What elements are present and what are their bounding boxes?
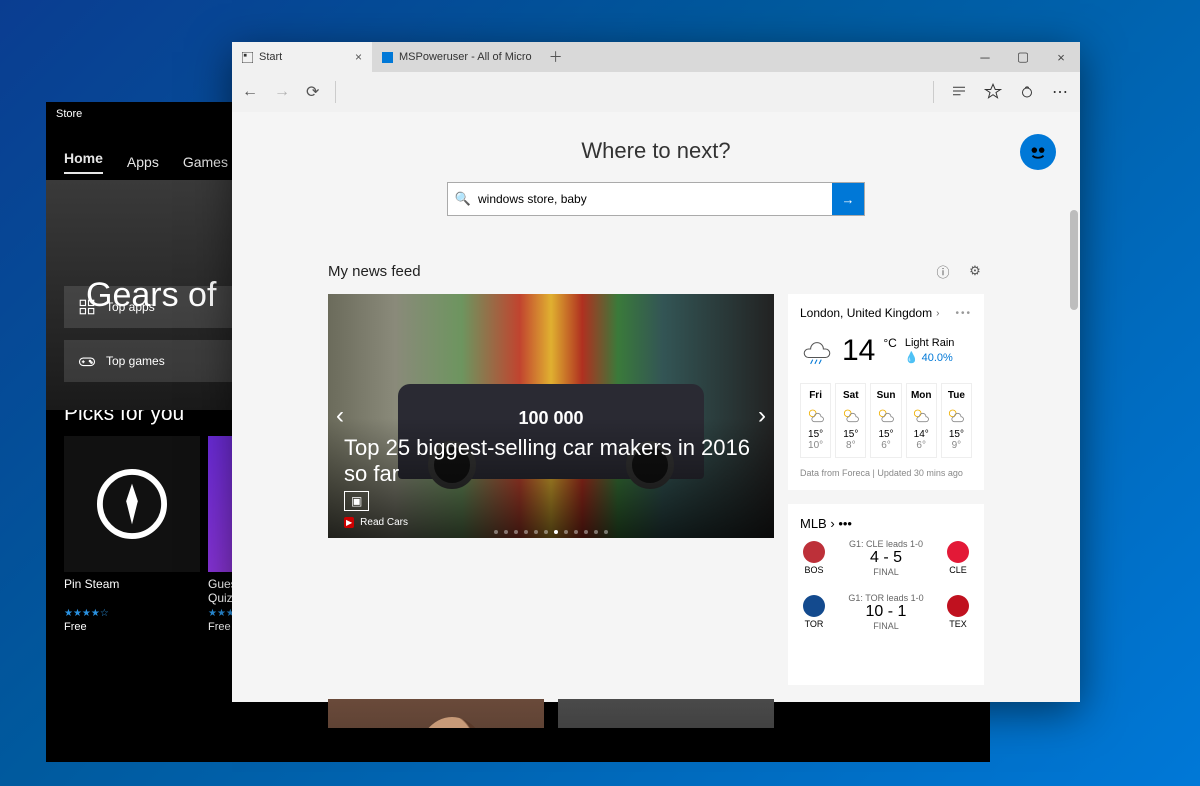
game-row[interactable]: TOR G1: TOR leads 1-010 - 1FINAL TEX <box>800 585 972 639</box>
forecast-day[interactable]: Mon 14°6° <box>906 383 937 458</box>
partly-cloudy-icon <box>841 405 861 425</box>
search-box[interactable]: 🔍 → <box>447 182 865 216</box>
forward-button[interactable]: → <box>274 83 290 101</box>
forecast-day[interactable]: Tue 15°9° <box>941 383 972 458</box>
tab-mspoweruser[interactable]: MSPoweruser - All of Micro <box>372 42 542 72</box>
minimize-button[interactable]: ─ <box>966 42 1004 72</box>
favorites-button[interactable] <box>984 82 1002 103</box>
partly-cloudy-icon <box>946 405 966 425</box>
hub-button[interactable] <box>1018 82 1036 103</box>
hero-title: Top 25 biggest-selling car makers in 201… <box>344 435 758 487</box>
forecast-day[interactable]: Sun 15°6° <box>870 383 901 458</box>
weather-unit: °C <box>883 336 896 350</box>
hero-source: Read Cars <box>360 517 408 528</box>
search-input[interactable] <box>478 183 832 215</box>
carousel-prev[interactable]: ‹ <box>336 402 344 430</box>
forecast-day[interactable]: Fri 15°10° <box>800 383 831 458</box>
camera-icon: ▣ <box>344 491 369 511</box>
game-row[interactable]: BOS G1: CLE leads 1-04 - 5FINAL CLE <box>800 531 972 585</box>
team-logo <box>803 595 825 617</box>
reading-view-button[interactable] <box>950 82 968 103</box>
tile-rating: ★★★★☆ <box>64 608 200 619</box>
card-image <box>328 699 544 728</box>
weather-location: London, United Kingdom <box>800 306 932 320</box>
partly-cloudy-icon <box>806 405 826 425</box>
divider <box>335 81 336 103</box>
store-nav-home[interactable]: Home <box>64 150 103 174</box>
feed-hero-card[interactable]: ‹ › Top 25 biggest-selling car makers in… <box>328 294 774 538</box>
tab-label: Start <box>259 51 282 63</box>
more-button[interactable]: ⋯ <box>1052 82 1070 102</box>
chevron-right-icon: › <box>936 308 939 319</box>
close-button[interactable]: × <box>1042 42 1080 72</box>
maximize-button[interactable]: ▢ <box>1004 42 1042 72</box>
toolbar: ← → ⟳ ⋯ <box>232 72 1080 112</box>
new-tab-button[interactable]: ＋ <box>542 42 570 72</box>
search-icon: 🔍 <box>448 183 478 215</box>
rain-icon <box>800 332 834 369</box>
team-logo <box>947 541 969 563</box>
chip-label: Top games <box>106 354 165 368</box>
partly-cloudy-icon <box>876 405 896 425</box>
tile-thumb <box>64 436 200 572</box>
store-nav-games[interactable]: Games <box>183 154 228 170</box>
back-button[interactable]: ← <box>242 83 258 101</box>
tab-label: MSPoweruser - All of Micro <box>399 51 532 63</box>
store-tile[interactable]: Pin Steam ★★★★☆ Free <box>64 436 200 633</box>
gamepad-icon <box>78 352 96 370</box>
grid-icon <box>78 298 96 316</box>
tab-start[interactable]: Start × <box>232 42 372 72</box>
divider <box>933 81 934 103</box>
chip-label: Top apps <box>106 300 155 314</box>
youtube-icon: ▶ <box>344 517 354 528</box>
tile-price: Free <box>64 621 200 633</box>
info-icon[interactable]: ⓘ <box>934 262 952 280</box>
gear-icon[interactable]: ⚙ <box>966 262 984 280</box>
sports-card[interactable]: MLB › ••• BOS G1: CLE leads 1-04 - 5FINA… <box>788 504 984 685</box>
scrollbar-thumb[interactable] <box>1070 210 1078 310</box>
search-go-button[interactable]: → <box>832 183 864 215</box>
store-chip-top-apps[interactable]: Top apps <box>64 286 232 328</box>
carousel-dots[interactable] <box>494 530 608 534</box>
forecast-day[interactable]: Sat 15°8° <box>835 383 866 458</box>
avatar-icon <box>1027 141 1049 163</box>
partly-cloudy-icon <box>911 405 931 425</box>
chevron-right-icon: › <box>830 516 834 531</box>
edge-window: Start × MSPoweruser - All of Micro ＋ ─ ▢… <box>232 42 1080 702</box>
feed-heading: My news feed <box>328 263 421 280</box>
user-avatar[interactable] <box>1020 134 1056 170</box>
carousel-next[interactable]: › <box>758 402 766 430</box>
weather-condition: Light Rain 💧 40.0% <box>905 336 955 365</box>
close-icon[interactable]: × <box>355 50 362 64</box>
card-more-button[interactable]: ••• <box>955 308 972 319</box>
refresh-button[interactable]: ⟳ <box>306 82 319 102</box>
weather-temp: 14 <box>842 334 875 368</box>
team-logo <box>803 541 825 563</box>
site-icon <box>382 52 393 63</box>
feed-card[interactable]: ▣ Health & Fitness The best ways to burn… <box>558 699 774 728</box>
card-image: ▣ <box>558 699 774 728</box>
card-more-button[interactable]: ••• <box>838 516 852 531</box>
weather-footer: Data from Foreca | Updated 30 mins ago <box>800 468 972 478</box>
feed-card[interactable]: TV star's cancer battle Ex-Emmerdale act… <box>328 699 544 728</box>
tile-name: Pin Steam <box>64 578 200 606</box>
store-nav-apps[interactable]: Apps <box>127 154 159 170</box>
start-icon <box>242 52 253 63</box>
where-to-next-heading: Where to next? <box>328 138 984 164</box>
forecast-row: Fri 15°10° Sat 15°8° Sun 15°6° Mon 14°6°… <box>800 383 972 458</box>
tab-bar: Start × MSPoweruser - All of Micro ＋ ─ ▢… <box>232 42 1080 72</box>
store-chip-top-games[interactable]: Top games <box>64 340 232 382</box>
weather-card[interactable]: London, United Kingdom › ••• 14 °C Light… <box>788 294 984 490</box>
humidity-icon: 💧 <box>905 352 922 364</box>
sports-league: MLB <box>800 516 827 531</box>
team-logo <box>947 595 969 617</box>
